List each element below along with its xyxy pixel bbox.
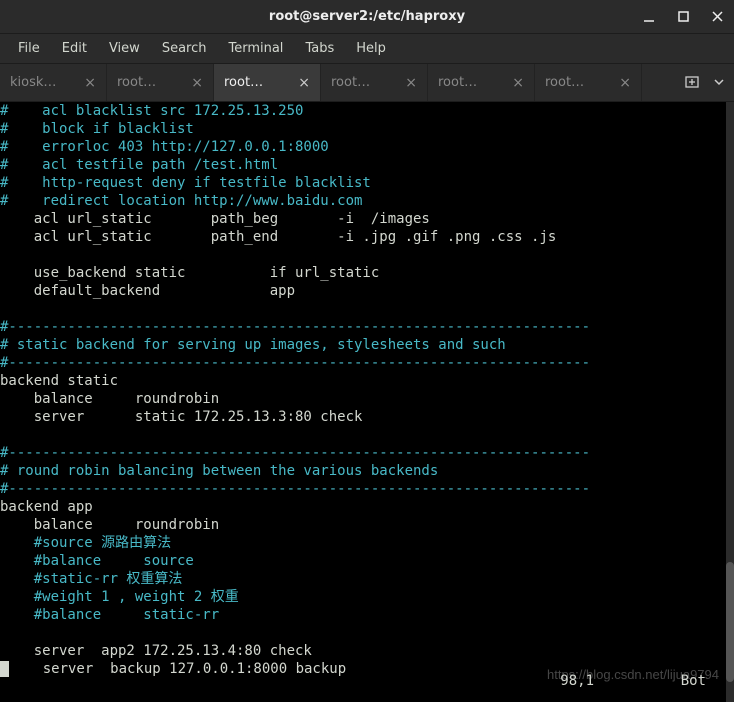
terminal-line: default_backend app (0, 282, 724, 300)
tab-4[interactable]: root… × (428, 64, 535, 101)
terminal-line: #---------------------------------------… (0, 480, 724, 498)
menu-edit[interactable]: Edit (52, 37, 97, 60)
minimize-button[interactable] (640, 8, 658, 26)
terminal-line: # errorloc 403 http://127.0.0.1:8000 (0, 138, 724, 156)
terminal-area[interactable]: # acl blacklist src 172.25.13.250# block… (0, 102, 734, 702)
terminal-line: server static 172.25.13.3:80 check (0, 408, 724, 426)
terminal-line: #source 源路由算法 (0, 534, 724, 552)
titlebar: root@server2:/etc/haproxy (0, 0, 734, 34)
terminal-line: balance roundrobin (0, 516, 724, 534)
terminal-line: # http-request deny if testfile blacklis… (0, 174, 724, 192)
menu-terminal[interactable]: Terminal (218, 37, 293, 60)
watermark: https://blog.csdn.net/lijua9794 (547, 666, 719, 684)
terminal-line: # round robin balancing between the vari… (0, 462, 724, 480)
terminal-line: # acl testfile path /test.html (0, 156, 724, 174)
terminal-line (0, 426, 724, 444)
tab-3[interactable]: root… × (321, 64, 428, 101)
terminal-line: #balance static-rr (0, 606, 724, 624)
terminal-line: #weight 1 , weight 2 权重 (0, 588, 724, 606)
scrollbar[interactable] (726, 102, 734, 702)
terminal-line: acl url_static path_end -i .jpg .gif .pn… (0, 228, 724, 246)
menu-file[interactable]: File (8, 37, 50, 60)
tab-label: root… (331, 75, 370, 90)
maximize-button[interactable] (674, 8, 692, 26)
tabbar-actions (674, 64, 734, 101)
tabbar: kiosk… × root… × root… × root… × root… × root… × (0, 64, 734, 102)
terminal-line: # block if blacklist (0, 120, 724, 138)
close-icon[interactable]: × (292, 75, 310, 91)
terminal-line: #---------------------------------------… (0, 444, 724, 462)
menu-search[interactable]: Search (152, 37, 217, 60)
terminal-line: #static-rr 权重算法 (0, 570, 724, 588)
tab-1[interactable]: root… × (107, 64, 214, 101)
terminal-line: # acl blacklist src 172.25.13.250 (0, 102, 724, 120)
terminal-line: #---------------------------------------… (0, 354, 724, 372)
tab-2[interactable]: root… × (214, 64, 321, 101)
menubar: File Edit View Search Terminal Tabs Help (0, 34, 734, 64)
terminal-line: # redirect location http://www.baidu.com (0, 192, 724, 210)
close-button[interactable] (708, 8, 726, 26)
tab-label: root… (545, 75, 584, 90)
tab-5[interactable]: root… × (535, 64, 642, 101)
tab-dropdown-icon[interactable] (714, 75, 724, 91)
close-icon[interactable]: × (78, 75, 96, 91)
cursor (0, 661, 9, 677)
window-controls (640, 8, 726, 26)
close-icon[interactable]: × (185, 75, 203, 91)
tab-0[interactable]: kiosk… × (0, 64, 107, 101)
terminal-content[interactable]: # acl blacklist src 172.25.13.250# block… (0, 102, 724, 678)
terminal-line (0, 300, 724, 318)
new-tab-icon[interactable] (684, 73, 700, 93)
menu-tabs[interactable]: Tabs (295, 37, 344, 60)
terminal-line: balance roundrobin (0, 390, 724, 408)
close-icon[interactable]: × (506, 75, 524, 91)
terminal-line: backend app (0, 498, 724, 516)
terminal-line: use_backend static if url_static (0, 264, 724, 282)
terminal-line: #---------------------------------------… (0, 318, 724, 336)
terminal-line: server app2 172.25.13.4:80 check (0, 642, 724, 660)
menu-view[interactable]: View (99, 37, 150, 60)
terminal-line (0, 246, 724, 264)
close-icon[interactable]: × (613, 75, 631, 91)
tab-label: root… (117, 75, 156, 90)
close-icon[interactable]: × (399, 75, 417, 91)
menu-help[interactable]: Help (346, 37, 396, 60)
tab-label: root… (224, 75, 263, 90)
terminal-line: backend static (0, 372, 724, 390)
tab-label: kiosk… (10, 75, 56, 90)
terminal-line: # static backend for serving up images, … (0, 336, 724, 354)
terminal-line (0, 624, 724, 642)
scrollbar-thumb[interactable] (726, 562, 734, 682)
terminal-line: #balance source (0, 552, 724, 570)
terminal-line: acl url_static path_beg -i /images (0, 210, 724, 228)
window-title: root@server2:/etc/haproxy (269, 9, 465, 24)
tab-label: root… (438, 75, 477, 90)
